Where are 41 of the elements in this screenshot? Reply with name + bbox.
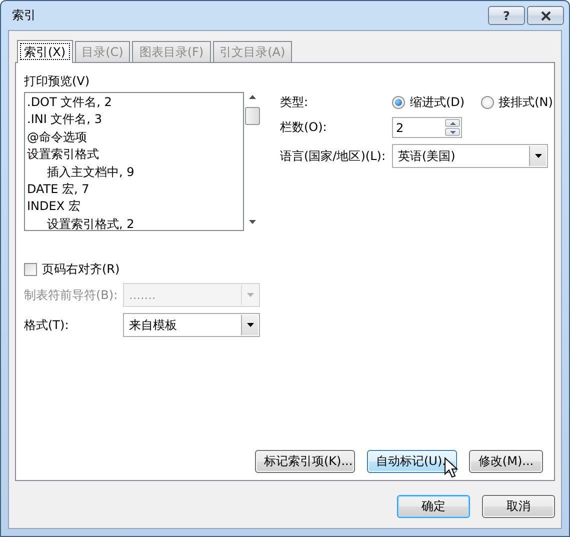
list-entry: .INI 文件名, 3: [27, 111, 103, 128]
dropdown[interactable]: 英语(美国): [392, 144, 548, 168]
list-entry: 设置索引格式, 2: [46, 216, 136, 230]
checkbox-label: 页码右对齐(R): [42, 260, 120, 278]
spin-up-icon: [450, 122, 456, 124]
dropdown: .......: [123, 283, 260, 307]
caret-icon: [246, 323, 254, 327]
field-label: 制表符前导符(B):: [24, 286, 119, 304]
close-button[interactable]: [527, 6, 564, 25]
list-entry: DATE 宏, 7: [27, 180, 90, 198]
radio-label: 缩进式(D): [410, 94, 465, 110]
list-entry: 设置索引格式: [27, 146, 100, 164]
radio-button[interactable]: [392, 96, 405, 108]
field-label: 打印预览(V): [24, 74, 91, 89]
field-label: 类型:: [280, 94, 310, 110]
window-title: 索引: [11, 7, 36, 24]
spin-box[interactable]: 2: [392, 117, 462, 138]
close-icon: [540, 10, 550, 20]
list-entry: 插入主文档中, 9: [46, 164, 136, 181]
caret-icon: [534, 154, 542, 158]
field-label: 格式(T):: [24, 316, 70, 334]
scroll-up-icon: [249, 95, 256, 99]
scroll-down-icon: [249, 220, 256, 224]
field-label: 栏数(O):: [280, 119, 328, 136]
radio-button[interactable]: [480, 96, 494, 108]
cancel-button[interactable]: 取消: [482, 495, 555, 518]
caret-icon: [246, 293, 254, 297]
scroll-thumb[interactable]: [245, 107, 260, 125]
dropdown[interactable]: 来自模板: [123, 313, 260, 337]
list-entry: @命令选项: [27, 128, 88, 146]
list-entry: .DOT 文件名, 2: [27, 94, 113, 111]
checkbox[interactable]: [24, 262, 37, 276]
help-button[interactable]: ?: [488, 6, 525, 25]
spin-down-icon: [450, 130, 456, 134]
tab[interactable]: 索引(X): [17, 40, 73, 63]
action-button[interactable]: 标记索引项(K)...: [255, 450, 355, 473]
field-label: 语言(国家/地区)(L):: [280, 148, 386, 164]
radio-label: 接排式(N): [498, 94, 553, 110]
ok-button[interactable]: 确定: [397, 495, 470, 518]
action-button[interactable]: 修改(M)...: [469, 450, 543, 473]
list-entry: INDEX 宏: [27, 198, 82, 216]
